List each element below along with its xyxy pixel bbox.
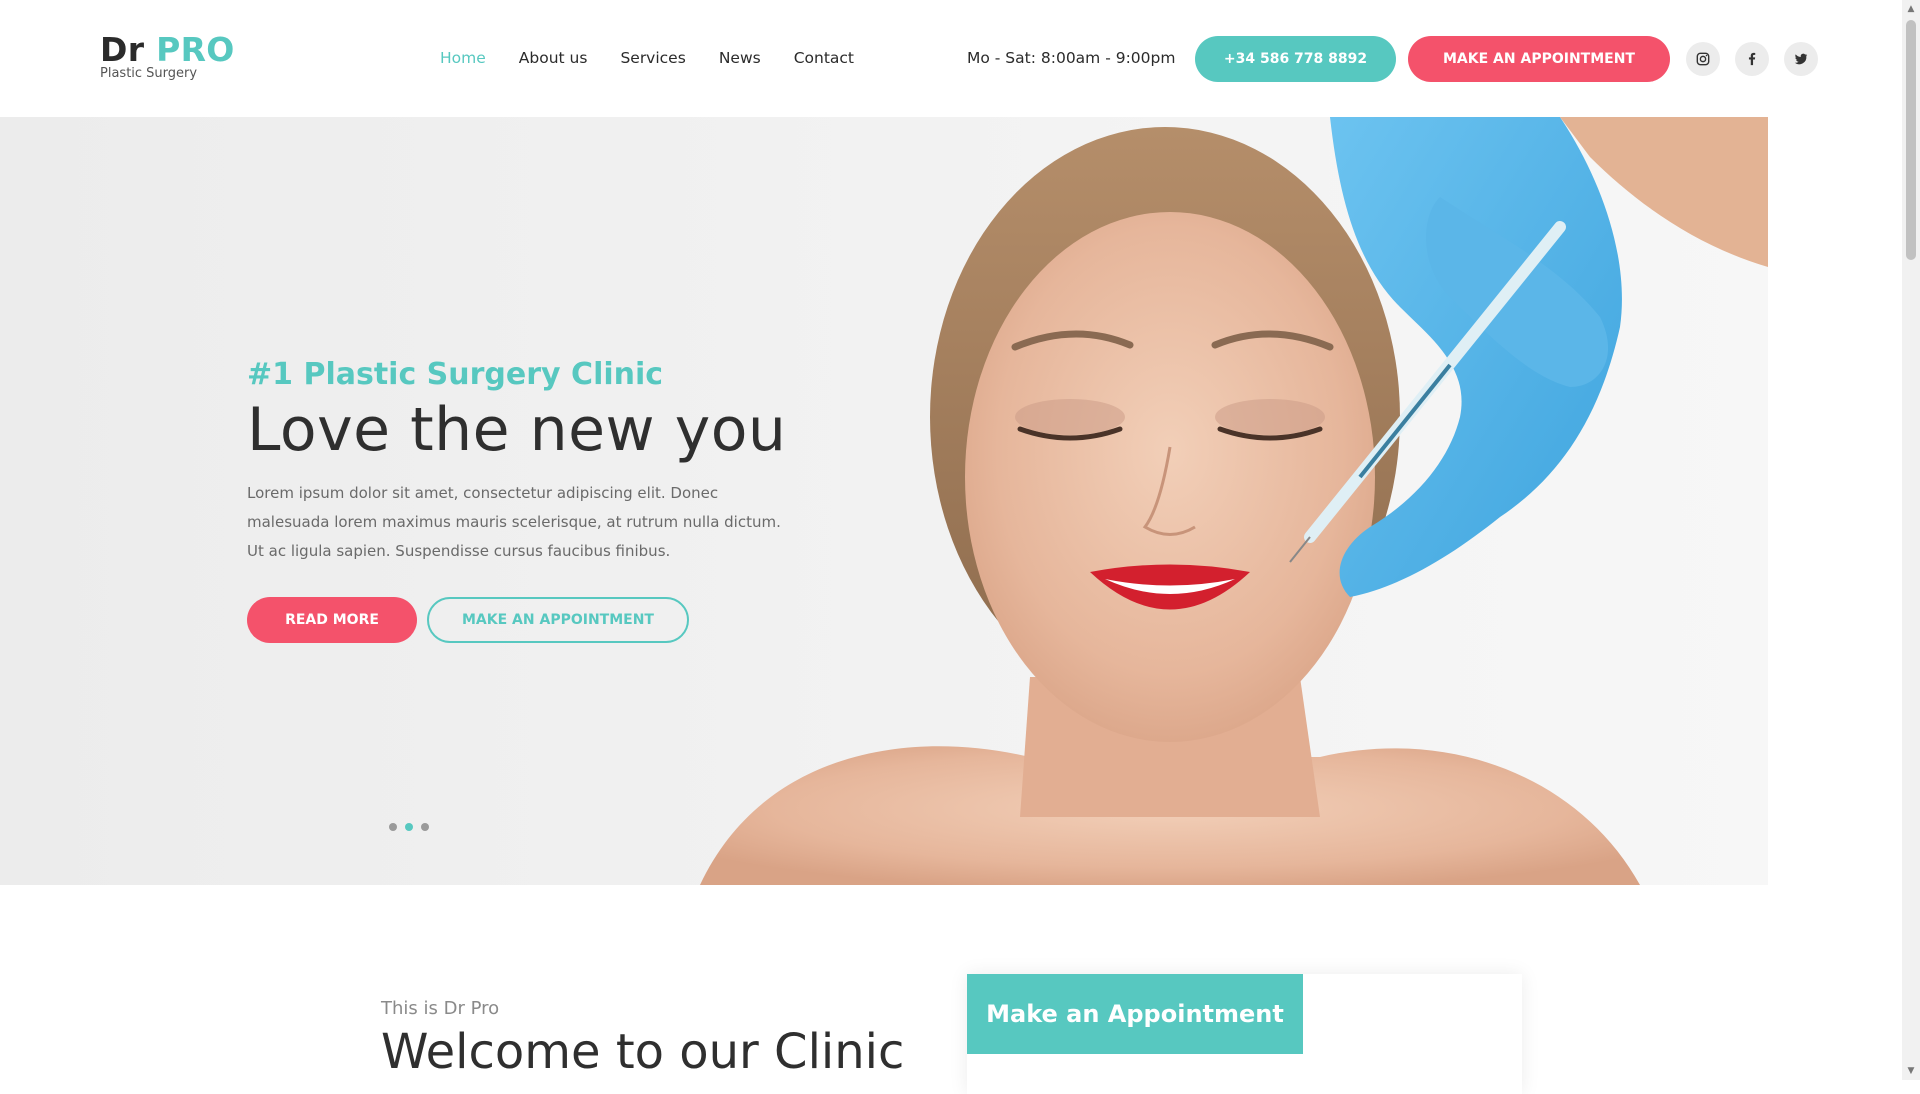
header-appointment-button[interactable]: MAKE AN APPOINTMENT [1408,36,1670,82]
twitter-link[interactable] [1784,42,1818,76]
logo-pro: PRO [156,30,235,69]
slider-dot-3[interactable] [421,823,429,831]
hero-kicker: #1 Plastic Surgery Clinic [247,357,664,392]
page-scrollbar[interactable]: ▲ ▼ [1902,0,1920,1080]
main-nav: Home About us Services News Contact [440,49,887,67]
slider-dot-2[interactable] [405,823,413,831]
hero-buttons: READ MORE MAKE AN APPOINTMENT [247,597,689,643]
instagram-link[interactable] [1686,42,1720,76]
opening-hours: Mo - Sat: 8:00am - 9:00pm [967,49,1176,67]
nav-item-services[interactable]: Services [620,49,685,67]
hero-appointment-button[interactable]: MAKE AN APPOINTMENT [427,597,689,643]
appointment-card: Make an Appointment [967,974,1522,1094]
slider-dot-1[interactable] [389,823,397,831]
logo-title: Dr PRO [100,32,235,68]
read-more-button[interactable]: READ MORE [247,597,417,643]
scroll-down-icon[interactable]: ▼ [1902,1062,1920,1080]
logo-dr: Dr [100,30,145,69]
appointment-card-title: Make an Appointment [967,974,1303,1054]
phone-button[interactable]: +34 586 778 8892 [1195,36,1396,82]
logo[interactable]: Dr PRO Plastic Surgery [100,32,235,82]
hero-text: #1 Plastic Surgery Clinic Love the new y… [247,357,807,566]
nav-item-news[interactable]: News [719,49,761,67]
nav-item-about[interactable]: About us [519,49,588,67]
facebook-link[interactable] [1735,42,1769,76]
site-header: Dr PRO Plastic Surgery Home About us Ser… [0,0,1902,117]
twitter-icon [1794,53,1808,65]
facebook-icon [1748,52,1756,66]
welcome-title: Welcome to our Clinic [381,1024,905,1080]
scroll-up-icon[interactable]: ▲ [1902,0,1920,18]
hero-description: Lorem ipsum dolor sit amet, consectetur … [247,484,781,560]
scroll-thumb[interactable] [1906,20,1916,260]
hero-slider: #1 Plastic Surgery Clinic Love the new y… [0,117,1768,885]
slider-dots [389,823,437,831]
welcome-subtitle: This is Dr Pro [381,998,500,1019]
nav-item-home[interactable]: Home [440,49,486,67]
nav-item-contact[interactable]: Contact [794,49,854,67]
instagram-icon [1696,52,1710,66]
hero-title: Love the new you [247,395,787,465]
